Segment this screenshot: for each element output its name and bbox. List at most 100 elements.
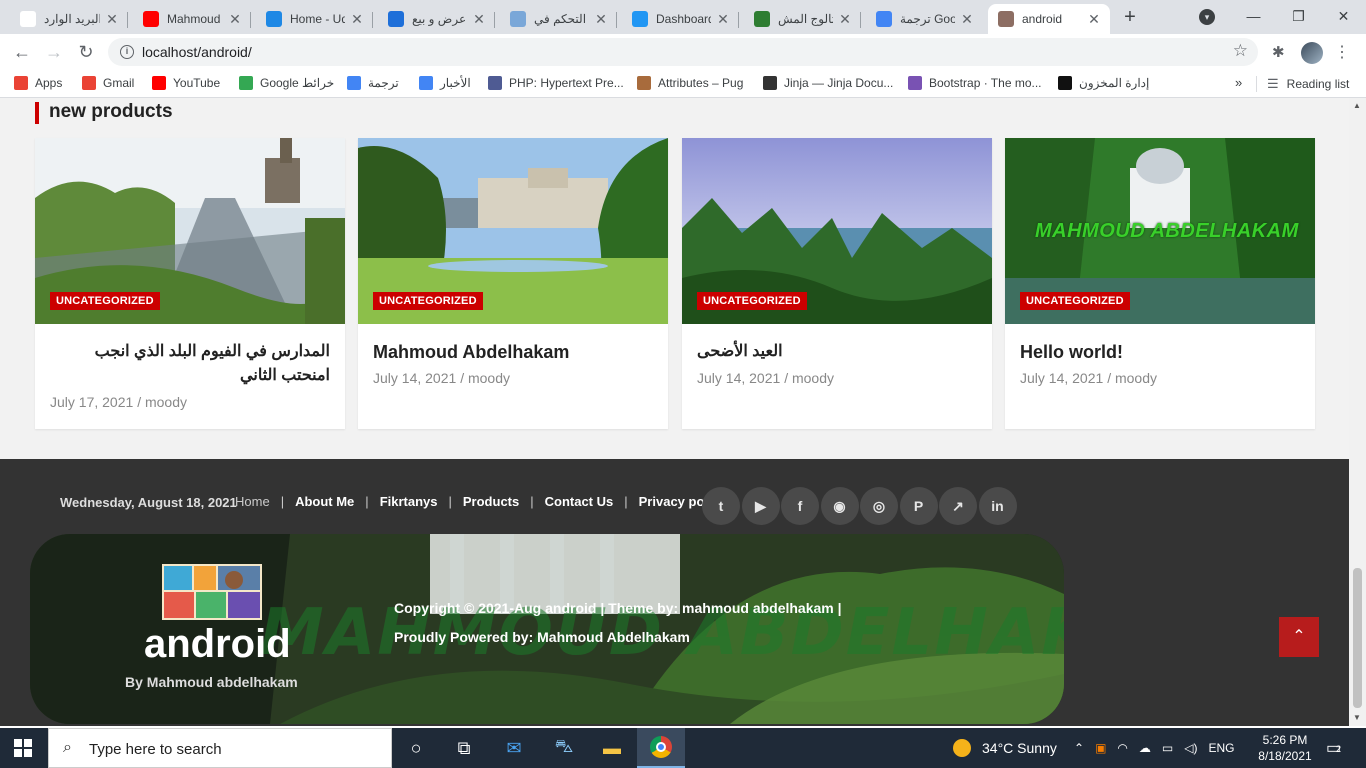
file-explorer-icon[interactable]: ▬ [588, 728, 636, 768]
url-text[interactable]: localhost/android/ [142, 44, 252, 60]
card-date[interactable]: July 17, 2021 [50, 394, 133, 410]
tab-close-icon[interactable]: ✕ [593, 11, 609, 28]
linkedin-icon[interactable]: in [978, 487, 1017, 525]
bookmark-item[interactable]: Apps [14, 76, 62, 90]
bookmark-item[interactable]: YouTube [152, 76, 220, 90]
back-to-top-button[interactable]: ⌃ [1279, 617, 1319, 657]
footer-nav-link[interactable]: Home [235, 494, 270, 509]
browser-tab[interactable]: Mahmoud ✕ [133, 4, 251, 34]
new-tab-button[interactable]: + [1118, 6, 1142, 30]
mail-icon[interactable]: ✉ [490, 728, 538, 768]
scroll-down-arrow[interactable]: ▼ [1353, 713, 1361, 722]
card-author[interactable]: moody [468, 370, 510, 386]
close-window-button[interactable]: ✕ [1321, 0, 1366, 32]
xampp-icon[interactable]: ▣ [1095, 741, 1106, 755]
menu-kebab-icon[interactable]: ⋮ [1334, 42, 1350, 62]
tab-close-icon[interactable]: ✕ [959, 11, 975, 28]
bookmark-item[interactable]: Google خرائط [239, 76, 334, 90]
footer-nav-link[interactable]: About Me [295, 494, 354, 509]
page-scrollbar[interactable]: ▲ ▼ [1349, 98, 1366, 726]
battery-icon[interactable]: ▭ [1162, 741, 1173, 755]
volume-icon[interactable]: ◁) [1184, 741, 1197, 755]
browser-tab[interactable]: اعرض و بيع ✕ [378, 4, 495, 34]
language-indicator[interactable]: ENG [1208, 741, 1234, 755]
site-info-icon[interactable]: i [120, 45, 134, 59]
windows-start-icon[interactable] [14, 739, 32, 757]
card-title[interactable]: Hello world! [1020, 340, 1300, 364]
address-bar[interactable]: i localhost/android/ ☆ [108, 38, 1258, 66]
maximize-button[interactable]: ❐ [1276, 0, 1321, 32]
footer-nav-link[interactable]: Contact Us [545, 494, 614, 509]
bookmark-item[interactable]: الأخبار [419, 76, 471, 90]
card-author[interactable]: moody [1115, 370, 1157, 386]
network-icon[interactable]: ◠ [1117, 741, 1127, 755]
card-date[interactable]: July 14, 2021 [373, 370, 456, 386]
browser-tab[interactable]: Dashboard ✕ [622, 4, 739, 34]
browser-tab[interactable]: ترجمة Google ✕ [866, 4, 983, 34]
instagram-icon[interactable]: ◎ [860, 487, 898, 525]
profile-avatar[interactable] [1301, 42, 1323, 64]
scroll-up-arrow[interactable]: ▲ [1353, 101, 1361, 110]
bookmark-star-icon[interactable]: ☆ [1233, 41, 1248, 61]
cloud-icon[interactable]: ☁ [1139, 741, 1151, 755]
category-badge[interactable]: UNCATEGORIZED [373, 292, 483, 310]
card-title[interactable]: العيد الأضحى [697, 340, 977, 364]
more-bookmarks-button[interactable]: » [1235, 75, 1242, 90]
card-date[interactable]: July 14, 2021 [1020, 370, 1103, 386]
tab-close-icon[interactable]: ✕ [837, 11, 853, 28]
browser-tab[interactable]: Home - Ud ✕ [256, 4, 373, 34]
card-author[interactable]: moody [792, 370, 834, 386]
taskbar-clock[interactable]: 5:26 PM 8/18/2021 [1250, 732, 1320, 764]
twitter-icon[interactable]: t [702, 487, 740, 525]
product-card[interactable]: UNCATEGORIZED Mahmoud Abdelhakam July 14… [358, 138, 668, 429]
browser-tab[interactable]: البريد الوارد ✕ [10, 4, 128, 34]
task-view-icon[interactable]: ⧉ [440, 728, 488, 768]
facebook-icon[interactable]: f [781, 487, 819, 525]
bookmark-item[interactable]: ترجمة [347, 76, 399, 90]
external-link-icon[interactable]: ↗ [939, 487, 977, 525]
tab-close-icon[interactable]: ✕ [715, 11, 731, 28]
card-author[interactable]: moody [145, 394, 187, 410]
extensions-icon[interactable]: ✱ [1272, 43, 1285, 61]
chrome-taskbar-icon[interactable] [637, 728, 685, 768]
back-button[interactable]: ← [10, 40, 34, 64]
tab-close-icon[interactable]: ✕ [349, 11, 365, 28]
minimize-button[interactable]: — [1231, 0, 1276, 32]
weather-widget[interactable]: 34°C Sunny [953, 728, 1057, 768]
tab-close-icon[interactable]: ✕ [227, 11, 243, 28]
browser-tab[interactable]: android ✕ [988, 4, 1110, 34]
category-badge[interactable]: UNCATEGORIZED [697, 292, 807, 310]
reading-list-button[interactable]: ☰ Reading list [1267, 76, 1349, 92]
store-icon[interactable]: ⛍ [540, 728, 588, 768]
reload-button[interactable]: ↻ [74, 40, 98, 64]
scrollbar-thumb[interactable] [1353, 568, 1362, 708]
site-name[interactable]: android [144, 622, 291, 667]
bookmark-item[interactable]: PHP: Hypertext Pre... [488, 76, 624, 90]
category-badge[interactable]: UNCATEGORIZED [1020, 292, 1130, 310]
snapchat-icon[interactable]: ◉ [820, 487, 859, 525]
notification-center-icon[interactable]: ▭ 2 [1326, 738, 1341, 758]
browser-tab[interactable]: التحكم في ✕ [500, 4, 617, 34]
product-card[interactable]: UNCATEGORIZED المدارس في الفيوم البلد ال… [35, 138, 345, 429]
footer-nav-link[interactable]: Fikrtanys [380, 494, 438, 509]
tab-close-icon[interactable]: ✕ [104, 11, 120, 28]
card-date[interactable]: July 14, 2021 [697, 370, 780, 386]
cortana-icon[interactable]: ○ [392, 728, 440, 768]
tab-close-icon[interactable]: ✕ [471, 11, 487, 28]
tab-search-icon[interactable]: ▾ [1199, 9, 1215, 25]
product-card[interactable]: MAHMOUD ABDELHAKAM UNCATEGORIZED Hello w… [1005, 138, 1315, 429]
chevron-up-icon[interactable]: ⌃ [1074, 741, 1084, 755]
bookmark-item[interactable]: Attributes – Pug [637, 76, 743, 90]
pinterest-icon[interactable]: P [899, 487, 938, 525]
bookmark-item[interactable]: Gmail [82, 76, 134, 90]
forward-button[interactable]: → [42, 40, 66, 64]
browser-tab[interactable]: كتالوج المش ✕ [744, 4, 861, 34]
bookmark-item[interactable]: إدارة المخزون [1058, 76, 1149, 90]
category-badge[interactable]: UNCATEGORIZED [50, 292, 160, 310]
youtube-icon[interactable]: ▶ [741, 487, 780, 525]
bookmark-item[interactable]: Jinja — Jinja Docu... [763, 76, 893, 90]
site-logo[interactable] [162, 564, 262, 620]
card-title[interactable]: Mahmoud Abdelhakam [373, 340, 653, 364]
card-title[interactable]: المدارس في الفيوم البلد الذي انجب امنحتب… [50, 340, 330, 388]
bookmark-item[interactable]: Bootstrap · The mo... [908, 76, 1042, 90]
